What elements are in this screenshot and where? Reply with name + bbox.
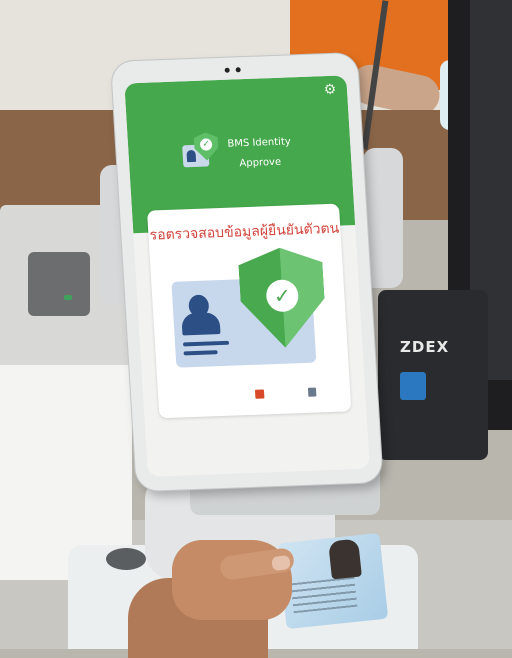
app-name: BMS Identity Approve xyxy=(214,135,306,172)
printer-slot xyxy=(28,252,90,316)
tablet-screen: ⚙ ✓ BMS Identity Approve รอตรวจสอบข้อมูล… xyxy=(124,75,370,477)
partner-logo-icon xyxy=(307,387,317,397)
status-message: รอตรวจสอบข้อมูลผู้ยืนยันตัวตน xyxy=(149,220,340,244)
app-name-line1: BMS Identity xyxy=(227,136,292,150)
printer-led xyxy=(64,295,72,300)
logo-person-icon xyxy=(186,149,197,163)
tablet-device: ⚙ ✓ BMS Identity Approve รอตรวจสอบข้อมูล… xyxy=(111,52,383,492)
partner-logo-icon xyxy=(254,389,265,399)
label-printer-brand: ZDEX xyxy=(400,338,450,356)
front-camera xyxy=(224,67,230,73)
label-printer-badge xyxy=(400,372,426,400)
stand-cable-hole xyxy=(106,548,146,570)
front-sensor xyxy=(235,67,241,73)
person-body-icon xyxy=(181,312,221,336)
app-name-line2: Approve xyxy=(239,156,282,170)
status-card: รอตรวจสอบข้อมูลผู้ยืนยันตัวตน ✓ xyxy=(146,203,352,419)
gear-icon[interactable]: ⚙ xyxy=(323,82,338,98)
id-card-photo xyxy=(328,538,362,580)
label-printer xyxy=(378,290,488,460)
